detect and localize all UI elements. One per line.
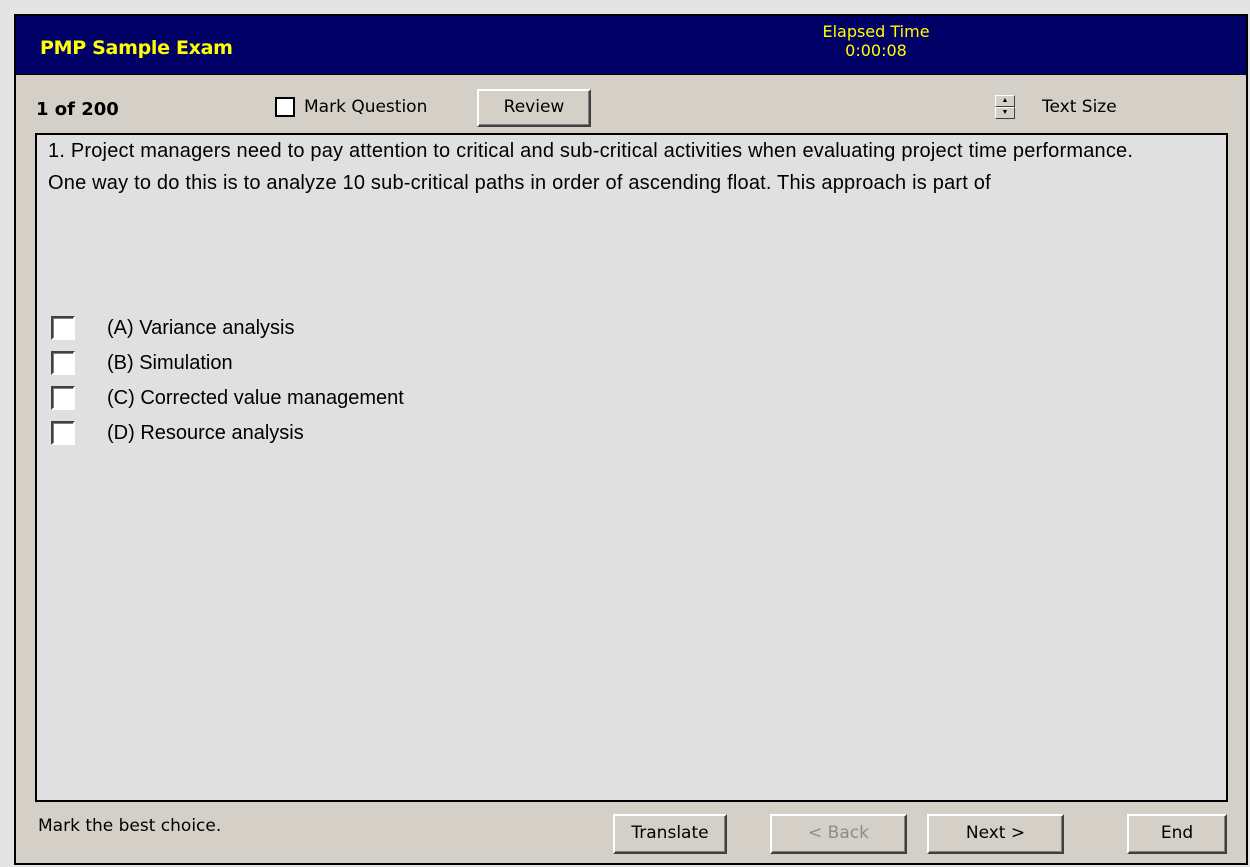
exam-title: PMP Sample Exam xyxy=(40,37,233,59)
option-c[interactable]: (C) Corrected value management xyxy=(51,380,404,415)
mark-question-toggle[interactable]: Mark Question xyxy=(275,97,427,117)
option-d-checkbox[interactable] xyxy=(51,420,75,445)
mark-question-label: Mark Question xyxy=(304,97,428,117)
option-a-checkbox[interactable] xyxy=(51,315,75,340)
option-b-label: (B) Simulation xyxy=(107,351,233,374)
mark-question-checkbox[interactable] xyxy=(275,97,295,117)
spinner-up-icon[interactable]: ▲ xyxy=(995,95,1015,107)
instruction-text: Mark the best choice. xyxy=(38,816,222,836)
option-a[interactable]: (A) Variance analysis xyxy=(51,310,404,345)
option-a-label: (A) Variance analysis xyxy=(107,316,295,339)
back-button[interactable]: < Back xyxy=(770,814,907,854)
option-b-checkbox[interactable] xyxy=(51,350,75,375)
option-d-label: (D) Resource analysis xyxy=(107,421,304,444)
elapsed-time-value: 0:00:08 xyxy=(845,41,907,60)
background-strip xyxy=(0,0,1250,14)
question-text: 1. Project managers need to pay attentio… xyxy=(48,140,1134,194)
spinner-down-icon[interactable]: ▼ xyxy=(995,107,1015,119)
option-b[interactable]: (B) Simulation xyxy=(51,345,404,380)
option-c-checkbox[interactable] xyxy=(51,385,75,410)
text-size-spinner-icon[interactable]: ▲ ▼ xyxy=(995,95,1015,119)
option-c-label: (C) Corrected value management xyxy=(107,386,404,409)
question-counter: 1 of 200 xyxy=(36,99,119,120)
option-d[interactable]: (D) Resource analysis xyxy=(51,415,404,450)
exam-window: PMP Sample Exam Elapsed Time 0:00:08 1 o… xyxy=(14,14,1248,865)
end-button[interactable]: End xyxy=(1127,814,1227,854)
text-size-label: Text Size xyxy=(1042,97,1117,117)
translate-button[interactable]: Translate xyxy=(613,814,727,854)
elapsed-time-label: Elapsed Time xyxy=(822,22,930,41)
next-button[interactable]: Next > xyxy=(927,814,1064,854)
exam-header: PMP Sample Exam Elapsed Time 0:00:08 xyxy=(16,16,1246,75)
elapsed-time: Elapsed Time 0:00:08 xyxy=(776,22,976,60)
answer-options: (A) Variance analysis (B) Simulation (C)… xyxy=(51,310,404,450)
question-toolbar: 1 of 200 Mark Question Review ▲ ▼ Text S… xyxy=(16,75,1246,133)
review-button[interactable]: Review xyxy=(477,89,591,127)
question-panel: 1. Project managers need to pay attentio… xyxy=(35,133,1228,802)
